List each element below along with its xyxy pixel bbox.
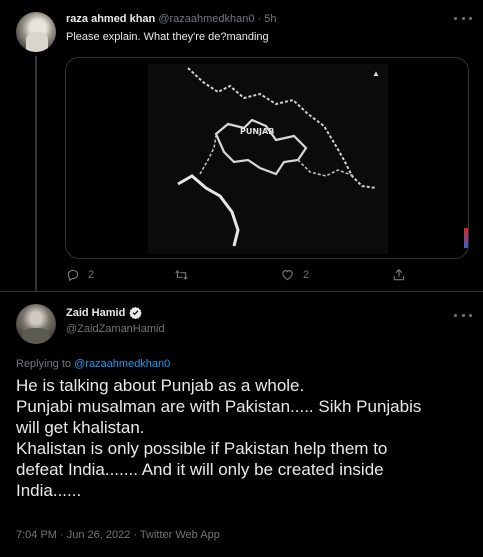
author-name[interactable]: raza ahmed khan xyxy=(66,13,155,25)
more-icon[interactable] xyxy=(454,13,472,23)
like-icon xyxy=(282,270,293,281)
tweet-text-line: defeat India....... And it will only be … xyxy=(16,460,384,479)
avatar[interactable] xyxy=(16,304,56,344)
replying-to-label: Replying to xyxy=(16,358,72,370)
author-name-row: Zaid Hamid xyxy=(66,306,143,319)
tweet-actions: 2 2 xyxy=(0,268,483,288)
tweet-text-line: Punjabi musalman are with Pakistan..... … xyxy=(16,397,422,416)
reply-tweet-header: raza ahmed khan @razaahmedkhan0 · 5h xyxy=(66,13,277,25)
tweet-time[interactable]: 5h xyxy=(264,13,276,25)
share-icon xyxy=(393,268,405,281)
video-player[interactable]: PUNJAB ▲ xyxy=(65,57,469,259)
map-illustration: PUNJAB xyxy=(177,67,377,247)
author-handle[interactable]: @razaahmedkhan0 xyxy=(158,13,254,25)
tweet-timestamp[interactable]: 7:04 PM · Jun 26, 2022 · Twitter Web App xyxy=(16,529,220,541)
like-button[interactable]: 2 xyxy=(280,268,309,282)
avatar[interactable] xyxy=(16,12,56,52)
tweet-text-line: will get khalistan. xyxy=(16,418,145,437)
tweet-text-line: He is talking about Punjab as a whole. xyxy=(16,376,305,395)
retweet-button[interactable] xyxy=(174,268,197,282)
more-icon[interactable] xyxy=(454,310,472,320)
video-frame[interactable]: PUNJAB ▲ xyxy=(148,64,388,254)
verified-icon xyxy=(129,306,143,319)
tweet-text: Please explain. What they're de?manding xyxy=(66,31,269,43)
video-logo-icon: ▲ xyxy=(372,69,380,78)
tweet-text-line: Khalistan is only possible if Pakistan h… xyxy=(16,439,388,458)
replying-to-handle[interactable]: @razaahmedkhan0 xyxy=(74,358,170,370)
main-tweet: Zaid Hamid @ZaidZamanHamid Replying to @… xyxy=(0,292,483,557)
reply-button[interactable]: 2 xyxy=(66,268,94,282)
reply-count: 2 xyxy=(88,269,95,281)
replying-to: Replying to @razaahmedkhan0 xyxy=(16,358,170,370)
map-label: PUNJAB xyxy=(240,127,274,136)
like-count: 2 xyxy=(303,269,310,281)
tweet-text-line: India...... xyxy=(16,481,82,500)
retweet-icon xyxy=(175,270,188,280)
author-name[interactable]: Zaid Hamid xyxy=(66,307,125,319)
thread-line xyxy=(35,56,37,292)
author-handle[interactable]: @ZaidZamanHamid xyxy=(66,323,165,335)
tweet-text: He is talking about Punjab as a whole. P… xyxy=(16,375,456,501)
reply-tweet[interactable]: raza ahmed khan @razaahmedkhan0 · 5h Ple… xyxy=(0,0,483,292)
separator: · xyxy=(257,13,262,25)
video-edge-thumbnail xyxy=(464,228,468,248)
reply-icon xyxy=(67,269,79,282)
share-button[interactable] xyxy=(392,268,406,282)
